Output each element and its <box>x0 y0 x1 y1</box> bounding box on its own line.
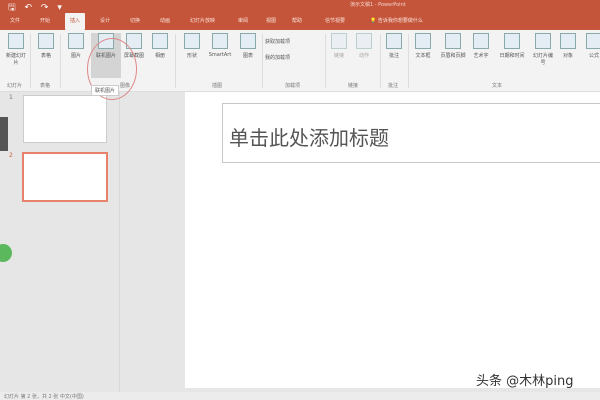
table-icon <box>38 33 54 49</box>
tell-me-search[interactable]: 💡 告诉我你想要做什么 <box>370 17 423 24</box>
smartart-icon <box>212 33 228 49</box>
picture-icon <box>68 33 84 49</box>
slide-number: 1 <box>9 94 13 101</box>
photo-album-icon <box>152 33 168 49</box>
smartart-button[interactable]: SmartArt <box>205 33 235 58</box>
my-addins-button[interactable]: 我的加载项 <box>265 54 290 61</box>
divider <box>175 34 176 88</box>
tab-review[interactable]: 审阅 <box>238 17 248 24</box>
comment-button[interactable]: 批注 <box>385 33 403 59</box>
window-title: 演示文稿1 - PowerPoint <box>350 2 406 8</box>
slide-number-button[interactable]: 幻灯片编号 <box>532 33 554 66</box>
chart-icon <box>240 33 256 49</box>
slide-thumbnail-1[interactable] <box>23 95 107 143</box>
header-footer-button[interactable]: 页眉和页脚 <box>437 33 469 59</box>
chart-button[interactable]: 图表 <box>238 33 258 59</box>
divider <box>408 34 409 88</box>
pictures-button[interactable]: 图片 <box>66 33 86 59</box>
group-label-tables: 表格 <box>40 83 51 89</box>
side-handle <box>0 117 8 151</box>
group-label-illustrations: 插图 <box>212 83 223 89</box>
textbox-icon <box>415 33 431 49</box>
shapes-button[interactable]: 形状 <box>182 33 202 59</box>
slide-number-icon <box>535 33 551 49</box>
object-icon <box>560 33 576 49</box>
group-label-addins: 加载项 <box>285 83 301 89</box>
wordart-icon <box>473 33 489 49</box>
action-button[interactable]: 动作 <box>355 33 373 59</box>
shapes-icon <box>184 33 200 49</box>
slide-number: 2 <box>9 152 13 159</box>
tab-view[interactable]: 视图 <box>266 17 276 24</box>
slide-thumbnail-pane: 1 2 <box>0 92 120 392</box>
status-bar: 幻灯片 第 2 张，共 2 张 中文(中国) <box>0 392 600 400</box>
photo-album-button[interactable]: 相册 <box>150 33 170 59</box>
group-label-links: 链接 <box>348 83 359 89</box>
header-footer-icon <box>445 33 461 49</box>
title-placeholder-text: 单击此处添加标题 <box>229 126 389 150</box>
get-addins-button[interactable]: 获取加载项 <box>265 38 290 45</box>
new-slide-button[interactable]: 新建幻灯片 <box>5 33 27 66</box>
ribbon-tabs: 文件 开始 插入 设计 切换 动画 幻灯片放映 审阅 视图 帮助 信节视要 💡 … <box>0 11 600 30</box>
date-time-button[interactable]: 日期和时间 <box>496 33 528 59</box>
divider <box>30 34 31 88</box>
calendar-icon <box>504 33 520 49</box>
tell-me-label: 告诉我你想要做什么 <box>377 18 423 24</box>
tab-extra[interactable]: 信节视要 <box>325 17 345 24</box>
slide-canvas: 单击此处添加标题 <box>185 92 600 388</box>
watermark: 头条 @木林ping <box>476 374 574 389</box>
tab-file[interactable]: 文件 <box>10 17 20 24</box>
action-icon <box>356 33 372 49</box>
comment-icon <box>386 33 402 49</box>
tab-transitions[interactable]: 切换 <box>130 17 140 24</box>
divider <box>380 34 381 88</box>
slide-thumbnail-2[interactable] <box>22 152 108 202</box>
object-button[interactable]: 对象 <box>558 33 578 59</box>
link-button[interactable]: 链接 <box>330 33 348 59</box>
group-label-slides: 幻灯片 <box>7 83 23 89</box>
divider <box>60 34 61 88</box>
tooltip: 联机图片 <box>91 85 120 96</box>
textbox-button[interactable]: 文本框 <box>412 33 434 59</box>
tab-home[interactable]: 开始 <box>40 17 50 24</box>
title-placeholder[interactable]: 单击此处添加标题 <box>222 103 600 163</box>
new-slide-icon <box>8 33 24 49</box>
tab-slideshow[interactable]: 幻灯片放映 <box>190 17 215 24</box>
equation-icon <box>586 33 600 49</box>
tab-insert[interactable]: 插入 <box>65 13 86 30</box>
link-icon <box>331 33 347 49</box>
wordart-button[interactable]: 艺术字 <box>470 33 492 59</box>
title-bar: 🖫 ↶ ↷ ▾ 演示文稿1 - PowerPoint <box>0 0 600 13</box>
table-button[interactable]: 表格 <box>36 33 56 59</box>
group-label-text: 文本 <box>492 83 503 89</box>
tab-animations[interactable]: 动画 <box>160 17 170 24</box>
tab-design[interactable]: 设计 <box>100 17 110 24</box>
divider <box>325 34 326 88</box>
equation-button[interactable]: 公式 <box>584 33 600 59</box>
tab-help[interactable]: 帮助 <box>292 17 302 24</box>
group-label-comments: 批注 <box>388 83 399 89</box>
divider <box>262 34 263 88</box>
